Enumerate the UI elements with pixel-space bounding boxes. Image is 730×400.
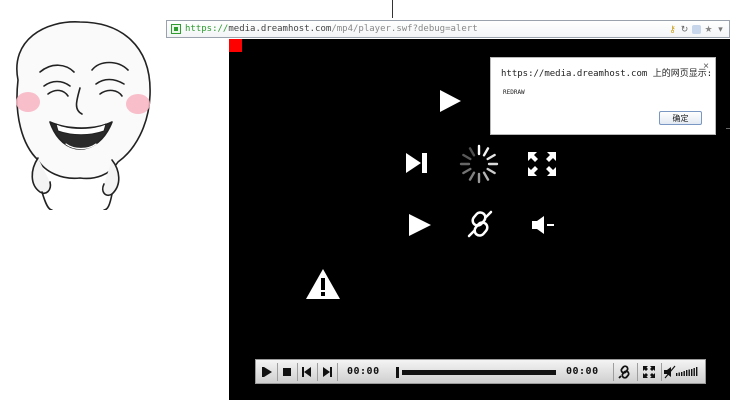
url-host: media.dreamhost.com <box>228 24 332 34</box>
separator <box>297 363 298 381</box>
dropdown-icon[interactable]: ▾ <box>716 24 725 34</box>
next-button[interactable] <box>319 364 335 380</box>
play-icon[interactable] <box>437 88 463 114</box>
refresh-icon[interactable]: ↻ <box>680 24 689 34</box>
warning-icon <box>306 269 340 299</box>
key-icon[interactable]: ⚷ <box>668 24 677 34</box>
current-time: 00:00 <box>347 366 380 377</box>
site-icon <box>171 24 181 34</box>
alert-dialog: https://media.dreamhost.com 上的网页显示: × RE… <box>490 57 716 135</box>
alert-message: REDRAW <box>503 89 525 96</box>
separator <box>613 363 614 381</box>
star-icon[interactable]: ★ <box>704 24 713 34</box>
stop-button[interactable] <box>279 364 295 380</box>
url-scheme: https:// <box>185 24 229 34</box>
url-path: /mp4/player.swf?debug=alert <box>331 24 478 34</box>
ok-button[interactable]: 确定 <box>659 111 702 125</box>
duration-time: 00:00 <box>566 366 599 377</box>
meme-face-image <box>16 21 151 210</box>
close-icon[interactable]: × <box>703 61 709 72</box>
debug-marker <box>229 39 242 52</box>
loading-spinner-icon <box>459 144 499 184</box>
compatibility-icon[interactable] <box>692 24 701 34</box>
control-bar: 00:00 00:00 <box>255 359 706 384</box>
play-pause-button[interactable] <box>259 364 275 380</box>
address-bar[interactable]: https://media.dreamhost.com/mp4/player.s… <box>166 20 730 38</box>
fullscreen-icon[interactable] <box>527 151 557 177</box>
separator <box>337 363 338 381</box>
next-icon[interactable] <box>404 150 430 176</box>
cursor-line <box>392 0 393 18</box>
address-tools: ⚷ ↻ ★ ▾ <box>668 23 725 35</box>
progress-start-cap <box>396 367 399 378</box>
screenshot: https://media.dreamhost.com/mp4/player.s… <box>0 0 730 400</box>
separator <box>661 363 662 381</box>
volume-icon[interactable] <box>530 214 556 236</box>
progress-bar[interactable] <box>402 370 556 375</box>
separator <box>637 363 638 381</box>
previous-button[interactable] <box>299 364 315 380</box>
separator <box>317 363 318 381</box>
alert-title: https://media.dreamhost.com 上的网页显示: <box>501 69 713 79</box>
fullscreen-button[interactable] <box>641 364 657 380</box>
edge-tick <box>726 128 730 129</box>
address-url[interactable]: https://media.dreamhost.com/mp4/player.s… <box>185 23 478 35</box>
separator <box>277 363 278 381</box>
link-button[interactable] <box>617 364 633 380</box>
link-icon[interactable] <box>465 209 495 239</box>
play-icon-secondary[interactable] <box>406 212 434 238</box>
volume-slider[interactable] <box>663 364 701 380</box>
